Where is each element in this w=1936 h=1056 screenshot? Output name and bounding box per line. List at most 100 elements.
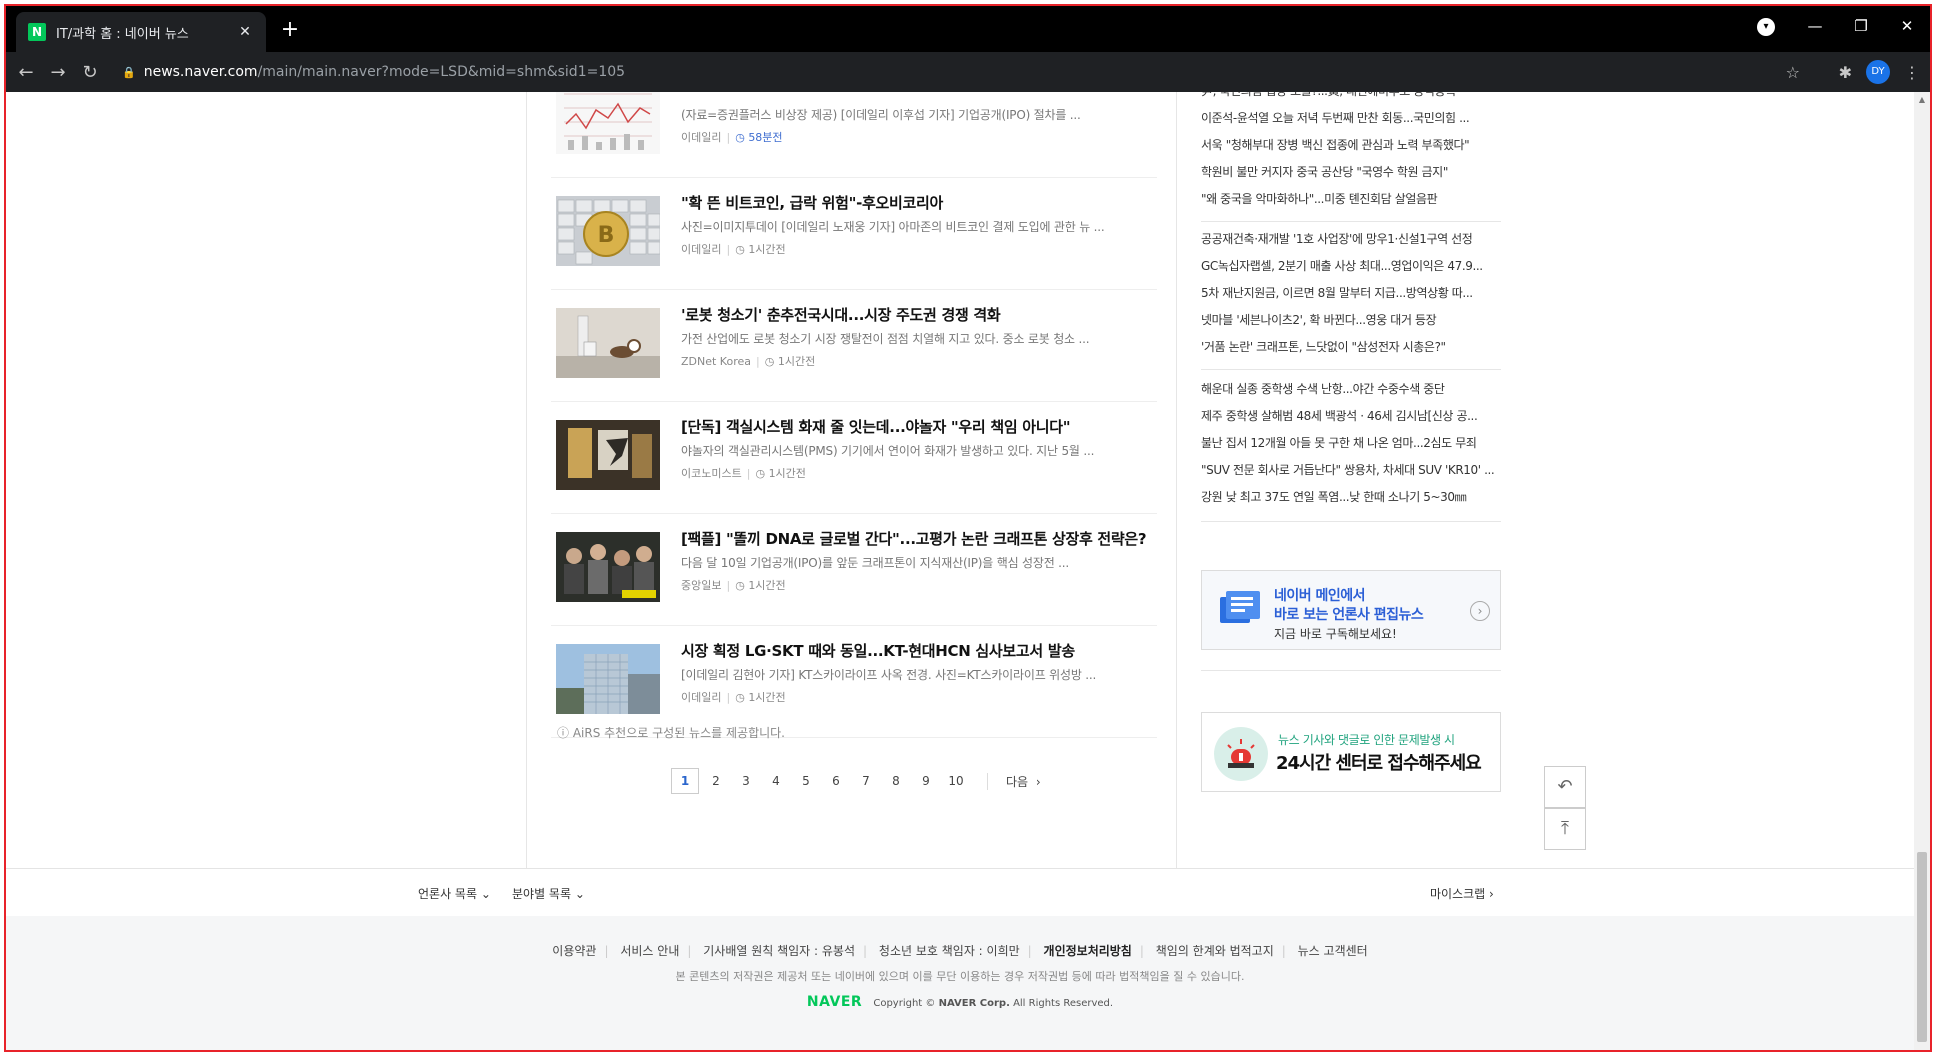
page-2[interactable]: 2	[701, 774, 731, 788]
copyright-corp[interactable]: NAVER Corp.	[939, 998, 1010, 1009]
headline-link[interactable]: '거품 논란' 크래프톤, 느닷없이 "삼성전자 시총은?"	[1201, 334, 1501, 361]
footer-link-youth[interactable]: 청소년 보호 책임자 : 이희만	[871, 944, 1028, 958]
page-1[interactable]: 1	[671, 768, 699, 794]
article-item[interactable]: B "확 뜬 비트코인, 급락 위험"-후오비코리아 사진=이미지투데이 [이데…	[551, 178, 1157, 290]
article-press[interactable]: 이데일리	[681, 691, 721, 704]
headline-link[interactable]: 서욱 "청해부대 장병 백신 접종에 관심과 노력 부족했다"	[1201, 132, 1501, 159]
undo-icon[interactable]: ↶	[1544, 766, 1586, 808]
article-thumbnail-people[interactable]	[556, 532, 660, 602]
article-item[interactable]: (자료=증권플러스 비상장 제공) [이데일리 이후섭 기자] 기업공개(IPO…	[551, 92, 1157, 178]
page-scrollbar[interactable]: ▲	[1914, 92, 1930, 1050]
page-6[interactable]: 6	[821, 774, 851, 788]
page-8[interactable]: 8	[881, 774, 911, 788]
page-7[interactable]: 7	[851, 774, 881, 788]
article-item[interactable]: '로봇 청소기' 춘추전국시대...시장 주도권 경쟁 격화 가전 산업에도 로…	[551, 290, 1157, 402]
footer-link-terms[interactable]: 이용약관	[544, 944, 604, 958]
headline-link[interactable]: "SUV 전문 회사로 거듭난다" 쌍용차, 차세대 SUV 'KR10' ..…	[1201, 457, 1501, 484]
page-9[interactable]: 9	[911, 774, 941, 788]
my-scrap-link[interactable]: 마이스크랩 ›	[1430, 885, 1494, 902]
minimize-icon[interactable]: —	[1792, 6, 1838, 46]
headline-link[interactable]: 해운대 실종 중학생 수색 난항...야간 수중수색 중단	[1201, 376, 1501, 403]
article-item[interactable]: [단독] 객실시스템 화재 줄 잇는데...야놀자 "우리 책임 아니다" 야놀…	[551, 402, 1157, 514]
promo-line-3: 지금 바로 구독해보세요!	[1274, 627, 1397, 641]
footer-link-privacy[interactable]: 개인정보처리방침	[1036, 944, 1140, 958]
article-desc[interactable]: 가전 산업에도 로봇 청소기 시장 쟁탈전이 점점 치열해 지고 있다. 중소 …	[681, 330, 1090, 347]
menu-kebab-icon[interactable]: ⋮	[1904, 63, 1920, 82]
headline-link[interactable]: 불난 집서 12개월 아들 못 구한 채 나온 엄마...2심도 무죄	[1201, 430, 1501, 457]
headline-link[interactable]: 학원비 불만 커지자 중국 공산당 "국영수 학원 금지"	[1201, 159, 1501, 186]
article-title[interactable]: "확 뜬 비트코인, 급락 위험"-후오비코리아	[681, 192, 943, 213]
article-desc[interactable]: (자료=증권플러스 비상장 제공) [이데일리 이후섭 기자] 기업공개(IPO…	[681, 106, 1081, 123]
bookmark-star-icon[interactable]: ☆	[1786, 63, 1800, 82]
headline-link[interactable]: 강원 낮 최고 37도 연일 폭염...낮 한때 소나기 5~30㎜	[1201, 484, 1501, 511]
headline-group-economy: 공공재건축·재개발 '1호 사업장'에 망우1·신설1구역 선정 GC녹십자랩셀…	[1201, 226, 1501, 370]
lock-icon[interactable]: 🔒	[122, 66, 136, 79]
headline-link[interactable]: 이준석-윤석열 오늘 저녁 두번째 만찬 회동...국민의힘 ...	[1201, 105, 1501, 132]
address-bar[interactable]: 🔒 news.naver.com/main/main.naver?mode=LS…	[122, 58, 1800, 86]
footer-link-article-policy[interactable]: 기사배열 원칙 책임자 : 유봉석	[695, 944, 863, 958]
article-thumbnail-fire[interactable]	[556, 420, 660, 490]
article-time: 1시간전	[748, 691, 786, 704]
press-list-label: 언론사 목록	[418, 887, 478, 901]
promo-line-1: 네이버 메인에서	[1274, 588, 1366, 604]
article-desc[interactable]: [이데일리 김현아 기자] KT스카이라이프 사옥 전경. 사진=KT스카이라이…	[681, 666, 1096, 683]
article-desc[interactable]: 사진=이미지투데이 [이데일리 노재웅 기자] 아마존의 비트코인 결제 도입에…	[681, 218, 1105, 235]
article-thumbnail-bitcoin[interactable]: B	[556, 196, 660, 266]
headline-link[interactable]: 공공재건축·재개발 '1호 사업장'에 망우1·신설1구역 선정	[1201, 226, 1501, 253]
page-10[interactable]: 10	[941, 774, 971, 788]
maximize-icon[interactable]: ❐	[1838, 6, 1884, 46]
page-3[interactable]: 3	[731, 774, 761, 788]
close-window-icon[interactable]: ✕	[1884, 6, 1930, 46]
section-list-link[interactable]: 분야별 목록 ⌄	[512, 885, 585, 902]
footer-link-legal[interactable]: 책임의 한계와 법적고지	[1148, 944, 1282, 958]
profile-avatar[interactable]: DY	[1866, 60, 1890, 84]
article-thumbnail-chart[interactable]	[556, 92, 660, 154]
page-4[interactable]: 4	[761, 774, 791, 788]
next-label: 다음	[1005, 774, 1029, 789]
headline-link[interactable]: 제주 중학생 살해범 48세 백광석 · 46세 김시남[신상 공...	[1201, 403, 1501, 430]
article-thumbnail-robot[interactable]	[556, 308, 660, 378]
page-5[interactable]: 5	[791, 774, 821, 788]
footer-link-support[interactable]: 뉴스 고객센터	[1290, 944, 1376, 958]
article-title[interactable]: 시장 획정 LG·SKT 때와 동일...KT-현대HCN 심사보고서 발송	[681, 640, 1075, 661]
scroll-up-icon[interactable]: ▲	[1914, 92, 1930, 108]
article-item[interactable]: [팩플] "똘끼 DNA로 글로벌 간다"...고평가 논란 크래프톤 상장후 …	[551, 514, 1157, 626]
clock-icon: ◷	[735, 243, 749, 256]
naver-logo[interactable]: NAVER	[807, 994, 862, 1010]
back-icon[interactable]: ←	[10, 62, 42, 83]
headline-link[interactable]: 넷마블 '세븐나이츠2', 확 바뀐다...영웅 대거 등장	[1201, 307, 1501, 334]
toolbar-right: ✱ DY ⋮	[1839, 60, 1920, 84]
article-desc[interactable]: 다음 달 10일 기업공개(IPO)를 앞둔 크래프톤이 지식재산(IP)을 핵…	[681, 554, 1069, 571]
headline-link[interactable]: GC녹십자랩셀, 2분기 매출 사상 최대...영업이익은 47.9...	[1201, 253, 1501, 280]
headline-link[interactable]: 5차 재난지원금, 이르면 8월 말부터 지급...방역상황 따...	[1201, 280, 1501, 307]
headline-link[interactable]: 尹, 국민의힘 입당 조율?...黃, 대선예비후보 공식등록	[1201, 92, 1501, 105]
press-list-link[interactable]: 언론사 목록 ⌄	[418, 885, 491, 902]
forward-icon[interactable]: →	[42, 62, 74, 83]
article-desc[interactable]: 야놀자의 객실관리시스템(PMS) 기기에서 연이어 화재가 발생하고 있다. …	[681, 442, 1094, 459]
article-press[interactable]: 이데일리	[681, 243, 721, 256]
scroll-top-icon[interactable]: ⤒	[1544, 808, 1586, 850]
close-tab-icon[interactable]: ✕	[236, 24, 254, 40]
reload-icon[interactable]: ↻	[74, 62, 106, 83]
new-tab-icon[interactable]: +	[276, 16, 304, 44]
article-press[interactable]: 이코노미스트	[681, 467, 742, 480]
report-center-banner[interactable]: 뉴스 기사와 댓글로 인한 문제발생 시 24시간 센터로 접수해주세요	[1201, 712, 1501, 792]
article-thumbnail-building[interactable]	[556, 644, 660, 714]
tab-search-icon[interactable]: ▾	[1757, 18, 1775, 36]
browser-tab[interactable]: N IT/과학 홈 : 네이버 뉴스 ✕	[16, 12, 266, 52]
subscribe-promo-banner[interactable]: 네이버 메인에서 바로 보는 언론사 편집뉴스 지금 바로 구독해보세요! ›	[1201, 570, 1501, 650]
article-title[interactable]: '로봇 청소기' 춘추전국시대...시장 주도권 경쟁 격화	[681, 304, 1001, 325]
next-page-button[interactable]: 다음 ›	[987, 772, 1041, 790]
footer-link-service[interactable]: 서비스 안내	[612, 944, 687, 958]
article-meta: 이데일리 | ◷ 58분전	[681, 131, 783, 144]
article-item[interactable]: 시장 획정 LG·SKT 때와 동일...KT-현대HCN 심사보고서 발송 […	[551, 626, 1157, 738]
headline-link[interactable]: "왜 중국을 악마화하나"...미중 톈진회담 살얼음판	[1201, 186, 1501, 213]
article-press[interactable]: ZDNet Korea	[681, 355, 751, 368]
article-title[interactable]: [단독] 객실시스템 화재 줄 잇는데...야놀자 "우리 책임 아니다"	[681, 416, 1071, 437]
article-title[interactable]: [팩플] "똘끼 DNA로 글로벌 간다"...고평가 논란 크래프톤 상장후 …	[681, 528, 1147, 549]
svg-text:B: B	[598, 223, 615, 248]
article-press[interactable]: 중앙일보	[681, 579, 721, 592]
article-press[interactable]: 이데일리	[681, 131, 721, 144]
scrollbar-thumb[interactable]	[1917, 852, 1927, 1042]
extensions-icon[interactable]: ✱	[1839, 63, 1852, 82]
